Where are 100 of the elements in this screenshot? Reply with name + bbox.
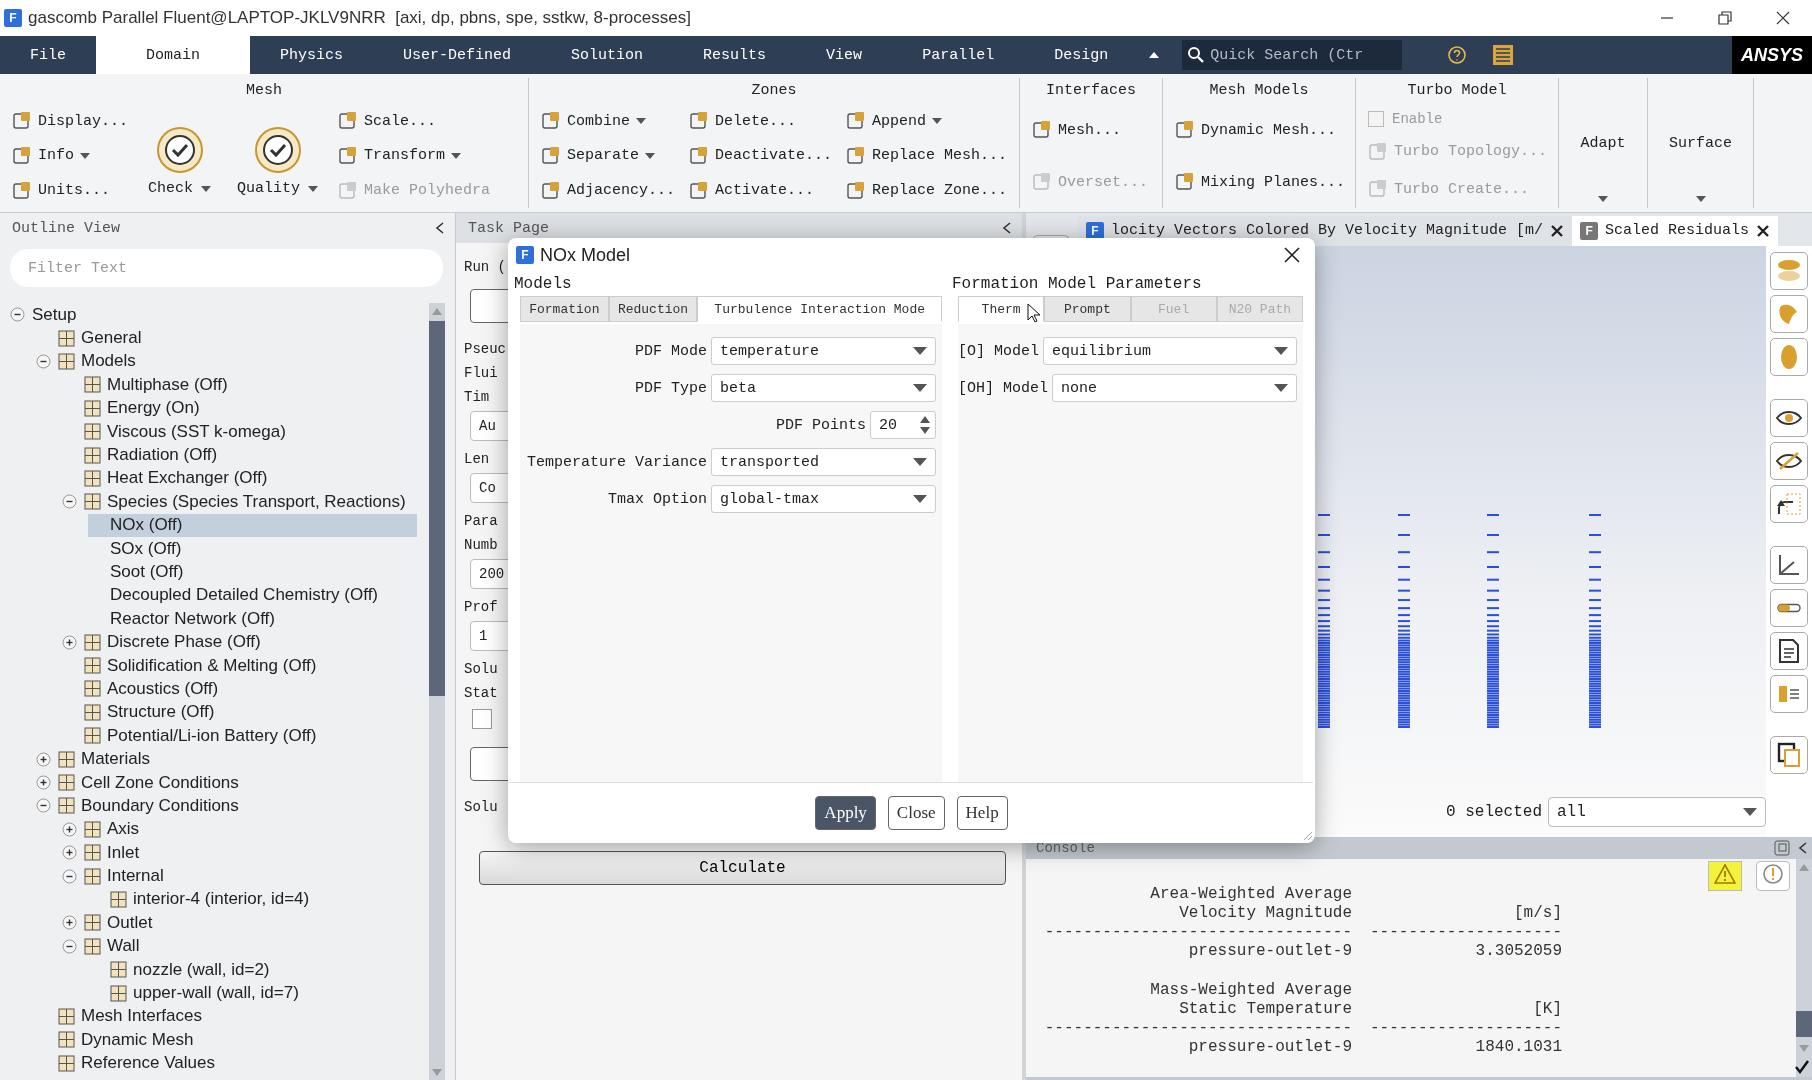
scrollbar[interactable]	[429, 303, 445, 1080]
tree-item[interactable]: Wall	[62, 934, 417, 958]
tree-item[interactable]: Solidification & Melting (Off)	[62, 653, 417, 678]
restore-icon[interactable]	[1718, 11, 1732, 25]
tree-item[interactable]: Soot (Off)	[88, 560, 417, 584]
blob-button[interactable]	[1770, 294, 1808, 333]
undo-arrow-button[interactable]	[1770, 484, 1808, 523]
tree-item[interactable]: Heat Exchanger (Off)	[62, 466, 417, 491]
dialog-button[interactable]: Apply	[815, 796, 876, 830]
ribbon-button[interactable]: Info	[12, 144, 128, 168]
scrollbar[interactable]	[1796, 859, 1812, 1077]
detach-icon[interactable]	[1774, 840, 1790, 856]
copy-button[interactable]	[1770, 735, 1808, 774]
expand-toggle[interactable]	[36, 353, 51, 369]
dropdown[interactable]: transported	[711, 448, 936, 476]
ribbon-button[interactable]: Replace Mesh...	[846, 144, 1008, 168]
menu-tab[interactable]: Domain	[96, 36, 251, 74]
resize-grip-icon[interactable]	[1301, 829, 1313, 841]
dialog-tab[interactable]: Reduction	[608, 296, 698, 322]
tree-item[interactable]: Outlet	[62, 911, 417, 935]
filter-dropdown[interactable]: all	[1548, 797, 1766, 827]
filter-field[interactable]: Filter Text	[10, 249, 443, 287]
expand-toggle[interactable]	[62, 634, 77, 650]
scroll-thumb[interactable]	[429, 321, 445, 696]
checkbox[interactable]	[472, 709, 492, 729]
stacked-ellipses-button[interactable]	[1770, 251, 1808, 290]
tree-item[interactable]: upper-wall (wall, id=7)	[88, 981, 417, 1005]
menu-tab[interactable]: Solution	[541, 36, 674, 74]
tree-item[interactable]: Reference Values	[36, 1051, 417, 1075]
info-button[interactable]	[1756, 861, 1790, 891]
expand-toggle[interactable]	[36, 798, 51, 814]
tree-item[interactable]: Reactor Network (Off)	[88, 607, 417, 631]
ribbon-button[interactable]: Transform	[338, 144, 491, 168]
ribbon-button[interactable]: Check	[142, 114, 218, 198]
tree-item[interactable]: Axis	[62, 817, 417, 841]
tree-item[interactable]: Acoustics (Off)	[62, 677, 417, 701]
menu-tab[interactable]: File	[0, 36, 96, 74]
tree-item[interactable]: Internal	[62, 864, 417, 888]
ribbon-button[interactable]: Mesh...	[1032, 118, 1148, 142]
ellipse-button[interactable]	[1770, 337, 1808, 376]
warning-button[interactable]	[1708, 861, 1742, 891]
crossed-eye-button[interactable]	[1770, 441, 1808, 480]
tree-item[interactable]: SOx (Off)	[88, 536, 417, 561]
dialog-tab[interactable]: Prompt	[1044, 296, 1131, 322]
ribbon-button[interactable]: Activate...	[689, 178, 833, 203]
dropdown[interactable]: temperature	[711, 337, 936, 365]
dialog-tab[interactable]: Therm	[958, 296, 1045, 322]
dialog-tab[interactable]: Formation	[520, 296, 609, 322]
dialog-tab[interactable]: Turbulence Interaction Mode	[697, 296, 942, 322]
close-icon[interactable]	[1756, 223, 1771, 238]
expand-toggle[interactable]	[62, 868, 77, 884]
book-icon[interactable]	[1491, 44, 1516, 66]
document-button[interactable]	[1770, 631, 1808, 670]
graphics-tab[interactable]: F locity Vectors Colored By Velocity Magnitude [m/	[1078, 215, 1573, 246]
ribbon-button[interactable]: Delete...	[689, 109, 833, 134]
ribbon-button[interactable]: Dynamic Mesh...	[1175, 118, 1346, 142]
tree-item[interactable]: Potential/Li-ion Battery (Off)	[62, 724, 417, 748]
help-icon[interactable]	[1447, 45, 1468, 65]
menu-tab[interactable]: Physics	[250, 36, 374, 74]
dropdown[interactable]: none	[1052, 374, 1297, 402]
dialog-button[interactable]: Help	[956, 796, 1008, 830]
legend-button[interactable]	[1770, 674, 1808, 713]
tree-item[interactable]: Inlet	[62, 841, 417, 865]
menu-tab[interactable]: Design	[1024, 36, 1139, 74]
ribbon-button[interactable]: Adjacency...	[541, 178, 676, 203]
dialog-button[interactable]: Close	[887, 796, 945, 830]
expand-toggle[interactable]	[62, 938, 77, 954]
collapse-icon[interactable]	[1798, 842, 1808, 854]
tree-item[interactable]: Multiphase (Off)	[62, 373, 417, 397]
expand-toggle[interactable]	[62, 845, 77, 861]
menu-tab[interactable]: Results	[673, 36, 797, 74]
menu-tab[interactable]: Parallel	[892, 36, 1025, 74]
ribbon-button[interactable]: Quality	[231, 114, 325, 198]
tree-item[interactable]: Setup	[10, 303, 417, 327]
calculate-button[interactable]: Calculate	[479, 851, 1006, 885]
tree-item[interactable]: Discrete Phase (Off)	[62, 630, 417, 654]
expand-toggle[interactable]	[62, 494, 77, 510]
collapse-icon[interactable]	[1002, 222, 1012, 234]
expand-toggle[interactable]	[62, 915, 77, 931]
eye-button[interactable]	[1770, 398, 1808, 437]
tree-item[interactable]: Mesh Interfaces	[36, 1004, 417, 1029]
ribbon-button[interactable]: Adapt	[1559, 78, 1647, 208]
tree-item[interactable]: Models	[36, 349, 417, 374]
close-icon[interactable]	[1283, 246, 1301, 264]
tree-item[interactable]: Materials	[36, 747, 417, 771]
collapse-icon[interactable]	[435, 222, 445, 234]
slider-button[interactable]	[1770, 588, 1808, 627]
close-icon[interactable]	[1550, 223, 1565, 238]
tree-item[interactable]: Species (Species Transport, Reactions)	[62, 490, 417, 514]
tree-item[interactable]: NOx (Off)	[88, 513, 417, 537]
menu-tab[interactable]: View	[796, 36, 893, 74]
tree-item[interactable]: General	[36, 326, 417, 350]
menu-tab[interactable]: User-Defined	[373, 36, 542, 74]
ribbon-button[interactable]: Combine	[541, 109, 676, 134]
tree-item[interactable]: Radiation (Off)	[62, 443, 417, 467]
dropdown[interactable]: equilibrium	[1043, 337, 1297, 365]
ribbon-button[interactable]: Separate	[541, 144, 676, 168]
axes-button[interactable]	[1770, 545, 1808, 584]
ribbon-button[interactable]: Scale...	[338, 109, 491, 134]
collapse-icon[interactable]	[1148, 51, 1161, 59]
